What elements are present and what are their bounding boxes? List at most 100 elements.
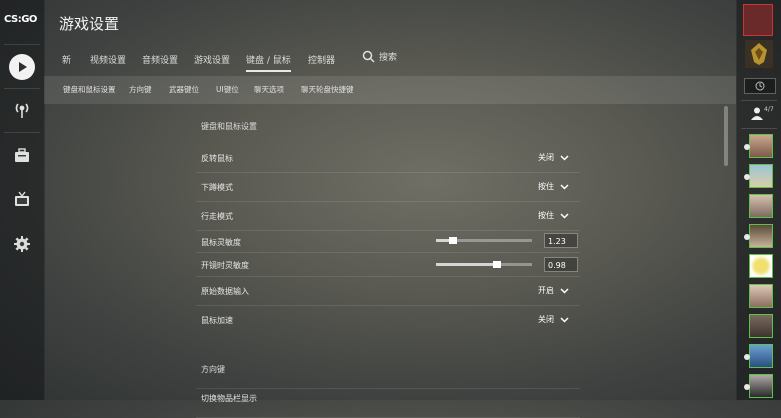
- setting-row-zoom-sensitivity: 开镜时灵敏度 0.98: [196, 253, 580, 277]
- scrollbar[interactable]: [724, 106, 728, 166]
- slider-handle[interactable]: [449, 237, 458, 244]
- divider: [741, 128, 777, 129]
- dropdown-value: 按住: [538, 182, 554, 191]
- header: 游戏设置: [44, 0, 736, 44]
- subtab-movement[interactable]: 方向键: [129, 84, 152, 95]
- dropdown-value: 按住: [538, 211, 554, 220]
- setting-label: 原始数据输入: [201, 287, 249, 296]
- sensitivity-slider[interactable]: [436, 237, 532, 244]
- dropdown-value: 关闭: [538, 153, 554, 162]
- status-dot: [744, 354, 750, 360]
- friend-avatar[interactable]: [749, 134, 773, 158]
- setting-label: 行走模式: [201, 212, 233, 221]
- search-icon: [362, 50, 375, 63]
- dropdown[interactable]: 关闭: [538, 314, 569, 325]
- subtab-chat-options[interactable]: 聊天选项: [254, 84, 284, 95]
- setting-row-mouse-acceleration[interactable]: 鼠标加速 关闭: [196, 306, 580, 334]
- status-dot: [744, 234, 750, 240]
- dropdown[interactable]: 按住: [538, 210, 569, 221]
- dropdown[interactable]: 开启: [538, 285, 569, 296]
- search-button[interactable]: 搜索: [362, 50, 397, 63]
- setting-row-walk-mode[interactable]: 行走模式 按住: [196, 202, 580, 231]
- zoom-sensitivity-slider[interactable]: [436, 261, 532, 268]
- section-title: 键盘和鼠标设置: [201, 122, 257, 131]
- slider-handle[interactable]: [493, 261, 502, 268]
- dropdown-value: 开启: [538, 286, 554, 295]
- setting-label: 反转鼠标: [201, 154, 233, 163]
- briefcase-icon: [15, 148, 29, 162]
- subtab-keyboard-mouse[interactable]: 键盘和鼠标设置: [63, 84, 116, 95]
- watch-button[interactable]: [7, 185, 37, 215]
- page-title: 游戏设置: [59, 15, 120, 33]
- tab-video[interactable]: 视频设置: [90, 53, 126, 66]
- divider: [4, 44, 40, 45]
- subtab-bar: 键盘和鼠标设置 方向键 武器键位 UI键位 聊天选项 聊天轮盘快捷键: [44, 76, 736, 104]
- inventory-button[interactable]: [7, 141, 37, 171]
- subtab-chat-wheel-hotkeys[interactable]: 聊天轮盘快捷键: [301, 84, 354, 95]
- friend-avatar[interactable]: [749, 314, 773, 338]
- divider: [4, 132, 40, 133]
- setting-label: 开镜时灵敏度: [201, 261, 249, 270]
- slider-fill: [436, 263, 498, 266]
- chevron-down-icon: [560, 287, 569, 294]
- subtab-weapon-keys[interactable]: 武器键位: [169, 84, 199, 95]
- settings-button[interactable]: [7, 229, 37, 259]
- friend-avatar[interactable]: [749, 194, 773, 218]
- setting-label: 鼠标加速: [201, 316, 233, 325]
- sensitivity-input[interactable]: 1.23: [544, 233, 578, 248]
- setting-row-toggle-inventory[interactable]: 切换物品栏显示: [196, 388, 580, 418]
- tab-audio[interactable]: 音频设置: [142, 53, 178, 66]
- friends-rail: 4/7: [736, 0, 781, 400]
- subtab-ui-keys[interactable]: UI键位: [216, 84, 239, 95]
- friend-avatar[interactable]: [749, 254, 773, 278]
- friend-avatar[interactable]: [749, 284, 773, 308]
- friend-avatar[interactable]: [749, 374, 773, 398]
- chevron-down-icon: [560, 316, 569, 323]
- setting-row-raw-input[interactable]: 原始数据输入 开启: [196, 277, 580, 306]
- setting-label: 切换物品栏显示: [201, 394, 257, 403]
- friend-avatar[interactable]: [749, 344, 773, 368]
- setting-label: 鼠标灵敏度: [201, 238, 241, 247]
- gear-icon: [14, 236, 30, 252]
- chevron-down-icon: [560, 212, 569, 219]
- setting-label: 下蹲模式: [201, 183, 233, 192]
- chevron-down-icon: [560, 183, 569, 190]
- chevron-down-icon: [560, 154, 569, 161]
- dropdown[interactable]: 按住: [538, 181, 569, 192]
- setting-row-invert-mouse[interactable]: 反转鼠标 关闭: [196, 144, 580, 173]
- divider: [4, 88, 40, 89]
- tab-game[interactable]: 游戏设置: [194, 53, 230, 66]
- tv-icon: [15, 191, 29, 206]
- avatar[interactable]: [743, 4, 773, 36]
- rank-icon: [751, 43, 767, 65]
- clock-icon: [755, 81, 765, 91]
- play-icon: [9, 54, 35, 80]
- tab-keyboard-mouse[interactable]: 键盘 / 鼠标: [246, 53, 291, 72]
- dropdown[interactable]: 关闭: [538, 152, 569, 163]
- antenna-icon: [15, 103, 29, 118]
- tab-controller[interactable]: 控制器: [308, 53, 335, 66]
- section-title: 方向键: [201, 365, 225, 374]
- setting-row-crouch-mode[interactable]: 下蹲模式 按住: [196, 173, 580, 202]
- zoom-sensitivity-input[interactable]: 0.98: [544, 257, 578, 272]
- friends-count: 4/7: [764, 106, 774, 113]
- search-label: 搜索: [379, 53, 398, 63]
- friend-avatar[interactable]: [749, 224, 773, 248]
- divider: [741, 100, 777, 101]
- setting-row-mouse-sensitivity: 鼠标灵敏度 1.23: [196, 229, 580, 253]
- status-dot: [744, 144, 750, 150]
- left-nav-rail: CS:GO: [0, 0, 45, 400]
- broadcast-button[interactable]: [7, 95, 37, 125]
- timer-button[interactable]: [744, 78, 776, 94]
- status-dot: [744, 174, 750, 180]
- csgo-logo: CS:GO: [4, 14, 37, 25]
- settings-tabs: 新 视频设置 音频设置 游戏设置 键盘 / 鼠标 控制器 搜索: [44, 48, 736, 74]
- rank-badge[interactable]: [745, 40, 773, 68]
- person-icon: [751, 107, 763, 120]
- play-button[interactable]: [7, 52, 37, 82]
- tab-new[interactable]: 新: [62, 53, 71, 66]
- status-dot: [744, 384, 750, 390]
- friends-button[interactable]: 4/7: [750, 106, 774, 120]
- dropdown-value: 关闭: [538, 315, 554, 324]
- friend-avatar[interactable]: [749, 164, 773, 188]
